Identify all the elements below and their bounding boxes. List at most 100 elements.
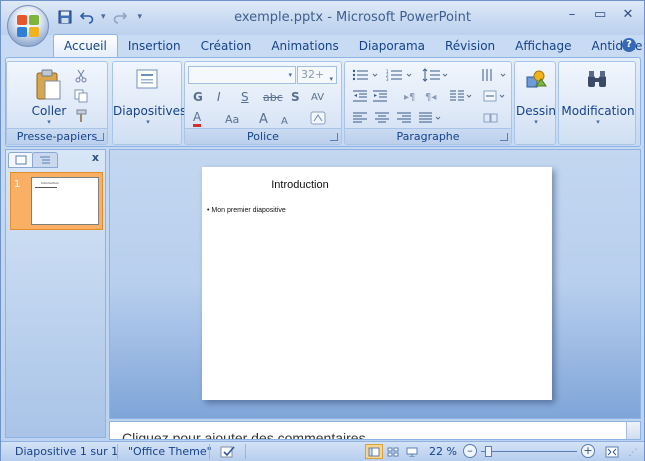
help-icon[interactable]: ? [622, 38, 636, 52]
font-color-button[interactable]: A [193, 110, 202, 127]
text-direction-icon[interactable] [479, 67, 509, 83]
drawing-dropdown-icon[interactable]: ▾ [530, 118, 542, 126]
format-painter-icon[interactable] [73, 108, 89, 124]
font-name-select[interactable]: ▾ [188, 66, 296, 84]
panel-tabs [8, 152, 58, 168]
columns-icon[interactable] [447, 88, 475, 104]
font-group-label: Police [185, 128, 341, 144]
underline-button[interactable]: S [241, 88, 249, 106]
tab-revision[interactable]: Révision [435, 35, 505, 57]
slides-button-label[interactable]: Diapositives [113, 104, 186, 118]
ltr-icon[interactable]: ▸¶ [401, 88, 419, 104]
smartart-icon[interactable] [481, 110, 509, 126]
spell-check-icon[interactable] [219, 444, 237, 459]
panel-close-button[interactable]: x [92, 151, 99, 164]
increase-indent-icon[interactable] [371, 88, 389, 104]
editing-button-label[interactable]: Modification [559, 104, 637, 118]
svg-text:3: 3 [386, 77, 389, 82]
clipboard-launcher-icon[interactable] [96, 133, 104, 141]
font-name-dropdown-icon[interactable]: ▾ [288, 71, 292, 79]
zoom-level[interactable]: 22 % [429, 445, 457, 458]
zoom-out-button[interactable]: – [463, 444, 477, 458]
svg-text:¶◂: ¶◂ [425, 92, 436, 103]
slides-tab[interactable] [8, 152, 34, 168]
align-left-icon[interactable] [351, 110, 369, 126]
zoom-slider-thumb[interactable] [485, 446, 492, 457]
resize-grip-icon[interactable]: ⋰ [627, 447, 639, 459]
clipboard-group-label: Presse-papiers [7, 128, 107, 144]
powerpoint-window: ▾ ▾ exemple.pptx - Microsoft PowerPoint … [0, 0, 645, 461]
normal-view-button[interactable] [365, 444, 383, 459]
status-bar: Diapositive 1 sur 1 "Office Theme" 22 % … [1, 441, 644, 461]
align-right-icon[interactable] [395, 110, 413, 126]
decrease-indent-icon[interactable] [351, 88, 369, 104]
font-launcher-icon[interactable] [330, 133, 338, 141]
close-button[interactable]: ✕ [622, 7, 634, 22]
paragraph-launcher-icon[interactable] [500, 133, 508, 141]
align-text-icon[interactable] [481, 88, 509, 104]
slide-canvas[interactable]: Introduction • Mon premier diapositive [202, 167, 552, 400]
tab-diaporama[interactable]: Diaporama [349, 35, 435, 57]
italic-button[interactable]: I [217, 88, 221, 106]
tab-affichage[interactable]: Affichage [505, 35, 581, 57]
restore-button[interactable]: ▭ [594, 7, 606, 22]
office-button[interactable] [7, 5, 49, 47]
window-title: exemple.pptx - Microsoft PowerPoint [234, 10, 471, 25]
slide-thumbnail[interactable]: Introduction [31, 177, 99, 225]
shapes-icon[interactable] [524, 68, 548, 90]
zoom-slider-track[interactable] [481, 451, 577, 452]
slide-thumbnail-selected[interactable]: 1 Introduction [10, 172, 103, 230]
slides-dropdown-icon[interactable]: ▾ [142, 118, 154, 126]
slide-layout-icon[interactable] [135, 68, 159, 90]
ribbon-tabs: Accueil Insertion Création Animations Di… [53, 34, 645, 57]
change-case-button[interactable]: Aa [225, 110, 239, 128]
minimize-button[interactable]: – [566, 7, 578, 22]
drawing-button-label[interactable]: Dessin [513, 104, 559, 118]
fit-to-window-icon[interactable] [603, 444, 621, 459]
slide-title[interactable]: Introduction [202, 179, 398, 191]
paste-dropdown-icon[interactable]: ▾ [43, 118, 55, 126]
clipboard-group: Coller ▾ Presse-papiers [6, 61, 108, 145]
bullets-icon[interactable] [351, 67, 381, 83]
slide-bullet-text[interactable]: • Mon premier diapositive [207, 207, 286, 214]
notes-pane[interactable]: Cliquez pour ajouter des commentaires [109, 421, 641, 440]
tab-insertion[interactable]: Insertion [118, 35, 191, 57]
strikethrough-button[interactable]: abc [263, 88, 283, 106]
paste-label[interactable]: Coller [25, 104, 73, 118]
rtl-icon[interactable]: ¶◂ [423, 88, 441, 104]
copy-icon[interactable] [73, 88, 89, 104]
align-center-icon[interactable] [373, 110, 391, 126]
slide-sorter-view-button[interactable] [384, 444, 402, 459]
font-size-dropdown-icon[interactable]: ▾ [329, 71, 333, 87]
outline-tab[interactable] [32, 152, 58, 168]
notes-scrollbar[interactable] [626, 422, 640, 439]
tab-accueil[interactable]: Accueil [53, 34, 118, 57]
justify-icon[interactable] [417, 110, 445, 126]
slideshow-view-button[interactable] [403, 444, 421, 459]
numbering-icon[interactable]: 123 [385, 67, 415, 83]
tab-animations[interactable]: Animations [261, 35, 348, 57]
character-spacing-button[interactable]: AV [311, 88, 324, 106]
tab-creation[interactable]: Création [191, 35, 262, 57]
thumbnail-bullet-line [35, 187, 57, 188]
drawing-group: Dessin ▾ [514, 61, 556, 145]
paste-icon[interactable] [33, 68, 63, 102]
text-shadow-button[interactable]: S [291, 88, 300, 106]
zoom-in-button[interactable]: + [581, 444, 595, 458]
paragraph-group-label: Paragraphe [345, 128, 511, 144]
line-spacing-icon[interactable] [421, 67, 451, 83]
bold-button[interactable]: G [193, 88, 203, 106]
grow-font-button[interactable]: A [259, 110, 268, 128]
cut-icon[interactable] [73, 68, 89, 84]
editing-dropdown-icon[interactable]: ▾ [592, 118, 604, 126]
font-size-select[interactable]: 32+ ▾ [297, 66, 337, 84]
theme-name[interactable]: "Office Theme" [128, 445, 212, 458]
slides-group: Diapositives ▾ [112, 61, 186, 145]
paragraph-group: 123 ▸¶ ¶◂ Paragraphe [344, 61, 512, 145]
svg-text:▸¶: ▸¶ [404, 92, 415, 103]
clear-formatting-icon[interactable] [309, 110, 327, 126]
binoculars-icon[interactable] [585, 68, 609, 90]
slide-counter: Diapositive 1 sur 1 [15, 445, 119, 458]
font-group: ▾ 32+ ▾ G I S abc S AV A Aa A A Police [184, 61, 342, 145]
slide-editing-area: Introduction • Mon premier diapositive [109, 149, 641, 419]
